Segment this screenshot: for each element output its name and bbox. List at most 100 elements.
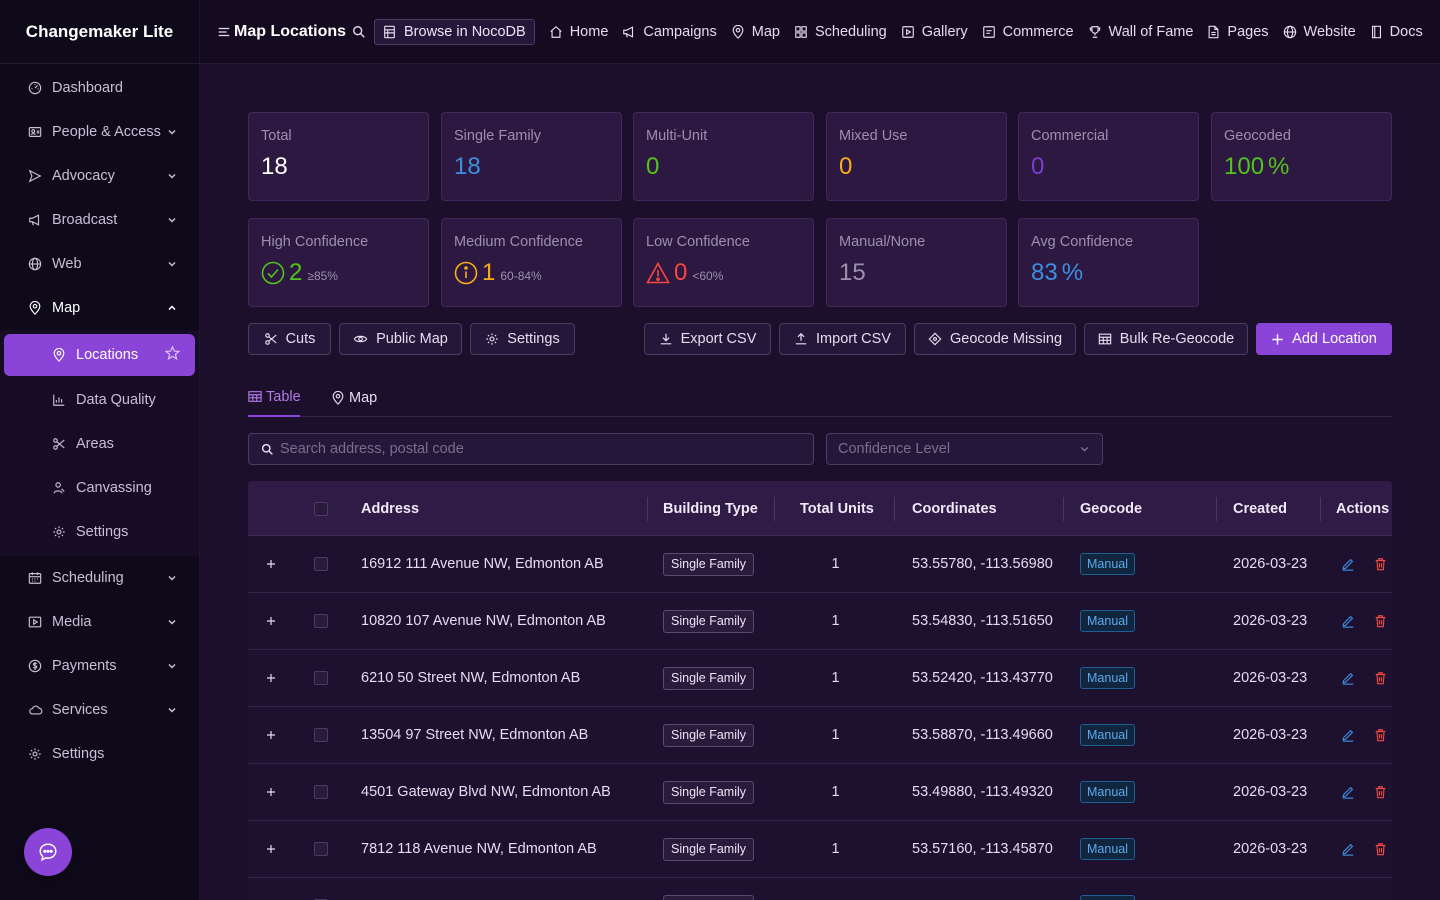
confidence-level-select[interactable]: Confidence Level [826,433,1103,465]
public-map-button[interactable]: Public Map [339,323,462,355]
stat-label: Single Family [454,128,542,144]
sidebar-item-canvassing[interactable]: Canvassing [0,466,199,510]
top-link-wall-of-fame[interactable]: Wall of Fame [1088,24,1193,40]
sidebar-item-broadcast[interactable]: Broadcast [0,198,199,242]
top-link-scheduling[interactable]: Scheduling [794,24,887,40]
expand-row-button[interactable] [266,878,276,900]
expand-row-button[interactable] [266,764,276,820]
chevron-down-icon [167,127,177,137]
export-csv-button[interactable]: Export CSV [644,323,771,355]
sidebar-item-data-quality[interactable]: Data Quality [0,378,199,422]
top-link-home[interactable]: Home [549,24,608,40]
table-row[interactable]: 10820 107 Avenue NW, Edmonton AB Single F… [248,593,1392,650]
expand-row-button[interactable] [266,650,276,706]
search-input[interactable] [280,441,800,457]
sidebar-item-map[interactable]: Map [0,286,199,330]
sidebar-item-scheduling[interactable]: Scheduling [0,556,199,600]
table-row[interactable]: 13504 97 Street NW, Edmonton AB Single Fa… [248,707,1392,764]
column-header-coordinates[interactable]: Coordinates [912,481,997,536]
top-link-commerce[interactable]: Commerce [982,24,1074,40]
trophy-icon [1088,25,1102,39]
row-checkbox[interactable] [314,707,328,763]
sidebar-item-settings[interactable]: Settings [0,732,199,776]
top-link-website[interactable]: Website [1283,24,1356,40]
chevron-down-icon [167,171,177,181]
column-header-building-type[interactable]: Building Type [663,481,758,536]
delete-button[interactable] [1374,536,1387,592]
total-units-cell: 1 [831,556,840,572]
delete-button[interactable] [1374,707,1387,763]
edit-button[interactable] [1341,536,1355,592]
trash-icon [1374,614,1387,628]
tab-map[interactable]: Map [331,378,377,417]
main-content: Total 18 Single Family 18 Multi-Unit 0 M… [200,64,1440,900]
sidebar-item-media[interactable]: Media [0,600,199,644]
search-icon[interactable] [352,25,366,39]
edit-button[interactable] [1341,821,1355,877]
sidebar-item-map-settings[interactable]: Settings [0,510,199,554]
top-link-map[interactable]: Map [731,24,780,40]
sidebar-item-advocacy[interactable]: Advocacy [0,154,199,198]
top-link-gallery[interactable]: Gallery [901,24,968,40]
page-title-text: Map Locations [234,22,347,40]
import-csv-button[interactable]: Import CSV [779,323,906,355]
table-row[interactable]: 6210 50 Street NW, Edmonton AB Single Fam… [248,650,1392,707]
bulk-regeocode-button[interactable]: Bulk Re-Geocode [1084,323,1248,355]
created-cell: 2026-03-23 [1233,556,1308,572]
top-link-label: Campaigns [643,23,717,40]
info-circle-icon [454,261,478,285]
eye-icon [353,332,368,346]
delete-button[interactable] [1374,593,1387,649]
top-link-docs[interactable]: Docs [1370,24,1423,40]
table-row[interactable]: 4501 Gateway Blvd NW, Edmonton AB Single … [248,764,1392,821]
edit-button[interactable] [1341,707,1355,763]
column-header-address[interactable]: Address [361,481,419,536]
expand-row-button[interactable] [266,821,276,877]
geocode-missing-button[interactable]: Geocode Missing [914,323,1076,355]
delete-button[interactable] [1374,821,1387,877]
expand-row-button[interactable] [266,536,276,592]
row-checkbox[interactable] [314,764,328,820]
sidebar-item-dashboard[interactable]: Dashboard [0,66,199,110]
row-checkbox[interactable] [314,878,328,900]
column-header-created[interactable]: Created [1233,481,1287,536]
geocode-status-badge: Manual [1080,724,1135,746]
brand-title[interactable]: Changemaker Lite [0,0,199,64]
cuts-button[interactable]: Cuts [248,323,331,355]
row-checkbox[interactable] [314,536,328,592]
edit-button[interactable] [1341,650,1355,706]
expand-row-button[interactable] [266,593,276,649]
building-type-tag: Single Family [663,894,755,900]
menu-lines-icon[interactable] [217,25,231,39]
row-checkbox[interactable] [314,650,328,706]
sidebar-item-payments[interactable]: Payments [0,644,199,688]
top-link-pages[interactable]: Pages [1207,24,1269,40]
chat-button[interactable] [24,828,72,876]
sidebar-item-areas[interactable]: Areas [0,422,199,466]
sidebar-item-web[interactable]: Web [0,242,199,286]
tab-table[interactable]: Table [248,378,301,417]
edit-button[interactable] [1341,593,1355,649]
stat-value: 0 [1031,153,1186,181]
column-header-geocode[interactable]: Geocode [1080,481,1142,536]
add-location-button[interactable]: Add Location [1256,323,1392,355]
expand-row-button[interactable] [266,707,276,763]
delete-button[interactable] [1374,650,1387,706]
table-row[interactable]: 7812 118 Avenue NW, Edmonton AB Single Fa… [248,821,1392,878]
table-row[interactable]: Single Family Manual [248,878,1392,900]
edit-pencil-icon [1341,614,1355,628]
delete-button[interactable] [1374,764,1387,820]
row-checkbox[interactable] [314,593,328,649]
browse-nocodb-button[interactable]: Browse in NocoDB [374,18,535,45]
star-icon[interactable] [164,345,181,365]
top-link-campaigns[interactable]: Campaigns [622,23,717,40]
row-checkbox[interactable] [314,821,328,877]
sidebar-item-people-access[interactable]: People & Access [0,110,199,154]
sidebar-item-locations[interactable]: Locations [4,334,195,376]
column-header-total-units[interactable]: Total Units [800,481,874,536]
table-row[interactable]: 16912 111 Avenue NW, Edmonton AB Single F… [248,536,1392,593]
sidebar-item-services[interactable]: Services [0,688,199,732]
select-all-checkbox[interactable] [314,481,328,536]
settings-button[interactable]: Settings [470,323,575,355]
edit-button[interactable] [1341,764,1355,820]
